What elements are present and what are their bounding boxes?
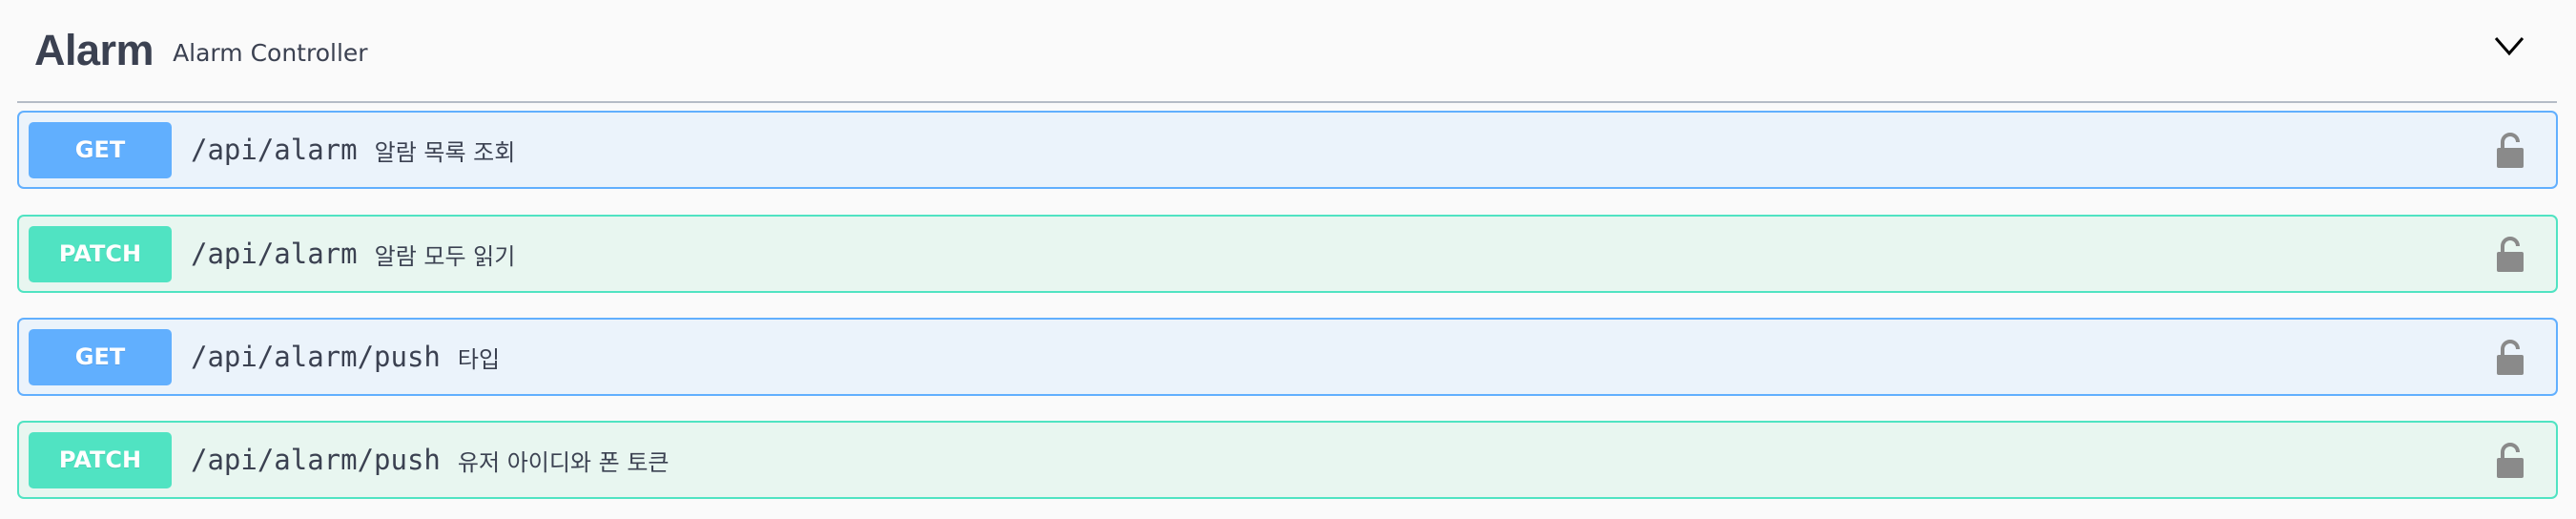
method-badge: GET <box>29 328 172 385</box>
tag-title: Alarm <box>34 26 155 74</box>
operation-path: /api/alarm <box>191 238 358 270</box>
lock-icon[interactable] <box>2495 132 2525 170</box>
alarm-tag-section: Alarm Alarm Controller GET /api/alarm 알람… <box>0 0 2576 519</box>
tag-description: Alarm Controller <box>173 38 368 67</box>
operation-get-api-alarm-push[interactable]: GET /api/alarm/push 타입 <box>17 318 2558 396</box>
operation-path: /api/alarm/push <box>191 444 441 476</box>
operation-summary: 유저 아이디와 폰 토큰 <box>457 448 670 476</box>
operation-summary: 타입 <box>457 345 501 373</box>
operation-path: /api/alarm/push <box>191 341 441 373</box>
operation-patch-api-alarm-push[interactable]: PATCH /api/alarm/push 유저 아이디와 폰 토큰 <box>17 421 2558 499</box>
lock-icon[interactable] <box>2495 339 2525 377</box>
operation-summary: 알람 모두 읽기 <box>374 242 516 270</box>
chevron-down-icon[interactable] <box>2490 27 2528 65</box>
tag-header-alarm[interactable]: Alarm Alarm Controller <box>17 0 2557 103</box>
operation-patch-api-alarm[interactable]: PATCH /api/alarm 알람 모두 읽기 <box>17 215 2558 293</box>
operation-summary: 알람 목록 조회 <box>374 138 516 166</box>
method-badge: PATCH <box>29 225 172 282</box>
method-badge: PATCH <box>29 431 172 488</box>
operation-get-api-alarm[interactable]: GET /api/alarm 알람 목록 조회 <box>17 111 2558 189</box>
lock-icon[interactable] <box>2495 442 2525 480</box>
method-badge: GET <box>29 121 172 178</box>
operation-path: /api/alarm <box>191 134 358 166</box>
lock-icon[interactable] <box>2495 236 2525 274</box>
